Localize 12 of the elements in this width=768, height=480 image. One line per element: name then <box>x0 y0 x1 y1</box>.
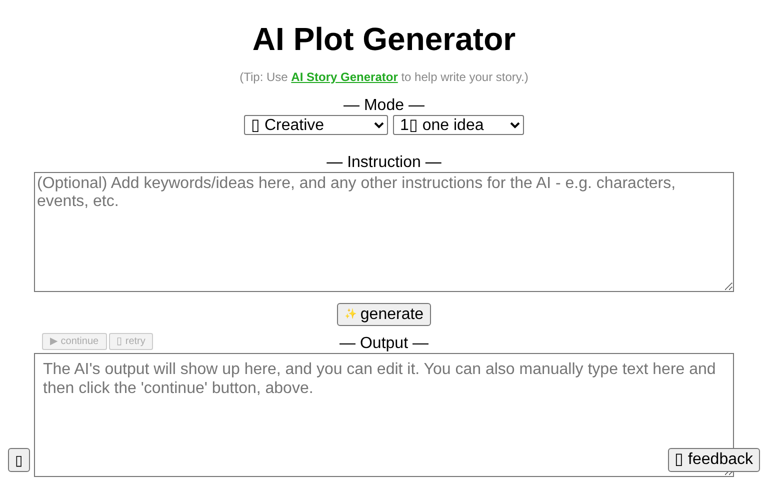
tip-text: (Tip: Use AI Story Generator to help write your story.) <box>240 70 528 84</box>
mode-select[interactable]: ▯ Creative <box>244 115 388 135</box>
sparkle-icon: ✨ <box>344 306 356 324</box>
section-label: — Output — <box>340 335 428 353</box>
count-select[interactable]: 1▯ one idea <box>393 115 524 135</box>
instruction-field[interactable]: (Optional) Add keywords/ideas here, and any other instructions for the AI - e.g. characters, events, etc. <box>34 172 734 292</box>
feedback-button[interactable]: ▯ feedback <box>668 448 760 472</box>
page-title: AI Plot Generator <box>252 20 516 58</box>
section-label: — Mode — <box>344 97 424 115</box>
section-label: — Instruction — <box>326 154 442 172</box>
corner-button[interactable]: ▯ <box>8 448 30 472</box>
generate-button[interactable]: ✨ generate <box>337 303 431 326</box>
